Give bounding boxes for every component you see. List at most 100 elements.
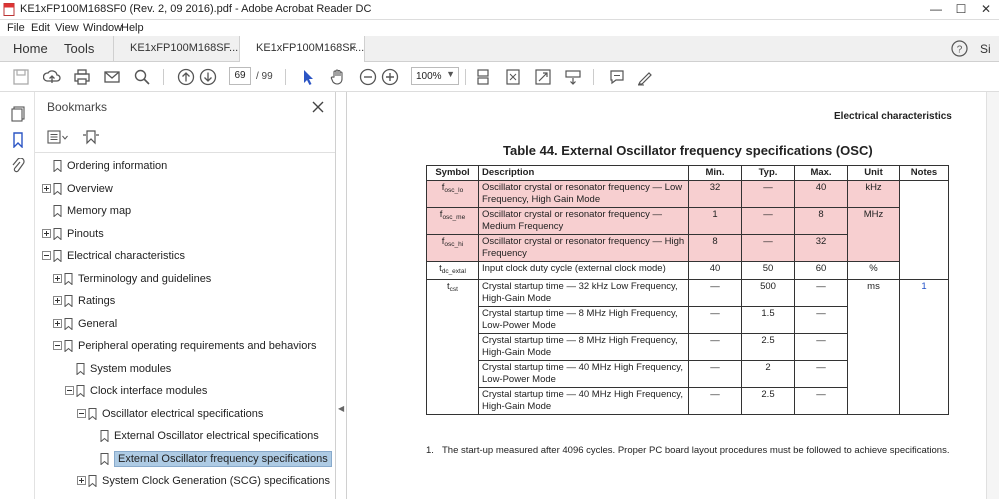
bookmark-icon [64,273,73,285]
collapse-panel-icon[interactable]: ◀ [338,404,344,413]
panel-splitter[interactable]: ◀ [335,92,347,499]
close-window-button[interactable]: ✕ [973,0,999,18]
column-header: Symbol [426,165,479,181]
options-menu-icon[interactable] [47,130,69,144]
zoom-caret-icon: ▼ [446,69,455,79]
read-mode-icon[interactable] [564,68,582,86]
footnote-number: 1. [426,445,434,456]
description-cell: Crystal startup time — 32 kHz Low Freque… [478,279,689,307]
zoom-select[interactable]: 100% ▼ [411,67,459,85]
bookmarks-panel: Bookmarks Ordering information Overview Me… [35,92,335,499]
bookmark-icon [64,318,73,330]
notes-cell: 1 [899,279,949,415]
expand-icon[interactable] [53,296,62,305]
attachment-icon[interactable] [11,158,25,174]
menu-help[interactable]: Help [121,22,144,34]
print-icon[interactable] [73,68,91,86]
navigation-rail [0,92,35,499]
expand-icon[interactable] [42,184,51,193]
upload-cloud-icon[interactable] [43,68,61,86]
menu-window[interactable]: Window [83,22,122,34]
zoom-in-icon[interactable] [381,68,399,86]
bookmark-label: External Oscillator frequency specificat… [114,451,332,467]
footnote-link[interactable]: 1 [921,281,926,292]
zoom-value: 100% [416,71,442,82]
tab-home[interactable]: Home [13,41,48,56]
zoom-out-icon[interactable] [359,68,377,86]
menu-view[interactable]: View [55,22,79,34]
bookmark-label: External Oscillator electrical specifica… [114,430,319,442]
typ-cell: 2.5 [741,333,795,361]
pages-icon[interactable] [11,106,25,122]
page-count: / 99 [256,71,273,82]
collapse-icon[interactable] [77,409,86,418]
email-icon[interactable] [103,68,121,86]
full-screen-icon[interactable] [534,68,552,86]
max-cell: 8 [794,207,848,235]
pdf-file-icon [3,3,15,16]
fit-page-icon[interactable] [504,68,522,86]
collapse-icon[interactable] [53,341,62,350]
bookmark-label: Clock interface modules [90,385,208,397]
next-page-icon[interactable] [199,68,217,86]
bookmark-label: Terminology and guidelines [78,273,212,285]
expand-icon[interactable] [77,476,86,485]
min-cell: — [688,279,742,307]
save-icon[interactable] [12,68,30,86]
expand-bookmark-icon[interactable] [82,128,100,146]
bookmark-label: Ratings [78,295,116,307]
column-header: Notes [899,165,949,181]
maximize-button[interactable]: ☐ [948,0,974,18]
document-tab-1[interactable]: KE1xFP100M168SF... [113,36,238,61]
notes-cell [899,180,949,280]
close-tab-icon[interactable]: × [349,41,356,55]
page-number-input[interactable]: 69 [229,67,251,85]
typ-cell: 2 [741,360,795,388]
tab-tools[interactable]: Tools [64,41,94,56]
min-cell: — [688,360,742,388]
typ-cell: 2.5 [741,387,795,415]
bookmarks-toolbar [35,124,335,150]
search-icon[interactable] [133,68,151,86]
menu-edit[interactable]: Edit [31,22,50,34]
expand-icon[interactable] [42,229,51,238]
main-toolbar: 69 / 99 100% ▼ [0,62,999,92]
vertical-scrollbar[interactable] [986,92,999,499]
document-tab-2[interactable]: KE1xFP100M168SF... × [239,36,365,62]
menu-file[interactable]: File [7,22,25,34]
select-cursor-icon[interactable] [299,68,317,86]
previous-page-icon[interactable] [177,68,195,86]
collapse-icon[interactable] [42,251,51,260]
bookmark-panel-icon[interactable] [11,132,25,148]
collapse-icon[interactable] [65,386,74,395]
bookmark-label: Overview [67,183,113,195]
bookmark-label: General [78,318,118,330]
min-cell: — [688,387,742,415]
expand-icon[interactable] [53,319,62,328]
scrolling-mode-icon[interactable] [474,68,492,86]
help-icon[interactable]: ? [951,40,968,57]
bookmark-icon [100,453,109,465]
typ-cell: — [741,234,795,262]
unit-cell: MHz [847,207,900,262]
bookmark-icon [100,430,109,442]
symbol-cell: fosc_hi [426,234,479,262]
table-row: tdc_extal Input clock duty cycle (extern… [426,261,949,280]
symbol-cell: tcst [426,279,479,415]
bookmark-label: Memory map [67,205,132,217]
comment-icon[interactable] [608,68,626,86]
bookmark-icon [53,250,62,262]
expand-icon[interactable] [53,274,62,283]
close-panel-icon[interactable] [311,100,325,114]
minimize-button[interactable]: — [923,0,949,18]
sign-in-link[interactable]: Si [980,42,991,56]
hand-tool-icon[interactable] [329,68,347,86]
symbol-cell: fosc_me [426,207,479,235]
bookmark-icon [88,408,97,420]
description-cell: Oscillator crystal or resonator frequenc… [478,207,689,235]
document-tab-1-label: KE1xFP100M168SF... [130,42,239,54]
symbol-cell: fosc_lo [426,180,479,208]
description-cell: Crystal startup time — 40 MHz High Frequ… [478,387,689,415]
highlight-pen-icon[interactable] [636,68,654,86]
bookmark-icon [76,385,85,397]
